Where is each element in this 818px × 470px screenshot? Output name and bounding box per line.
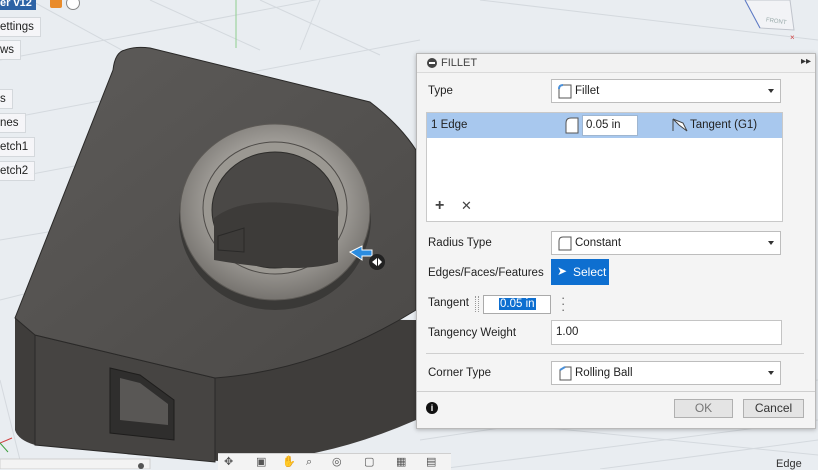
more-options-icon[interactable]: · · · — [561, 291, 565, 316]
fillet-icon — [558, 84, 572, 99]
look-at-icon[interactable]: ▣ — [256, 456, 270, 468]
edge-selection-table: 1 Edge 0.05 in Tangent (G1) + ✕ — [426, 112, 783, 222]
type-dropdown[interactable]: Fillet — [551, 79, 781, 103]
orbit-icon[interactable]: ✥ — [224, 456, 238, 468]
tangency-weight-field[interactable]: 1.00 — [551, 320, 782, 345]
radius-icon — [565, 117, 579, 134]
cancel-label: Cancel — [754, 401, 793, 415]
browser-item-label: s — [0, 93, 6, 105]
browser-item-sketch2[interactable]: etch2 — [0, 161, 36, 181]
viewcube[interactable] — [744, 0, 795, 31]
edge-count: 1 Edge — [431, 119, 468, 131]
corner-type-value: Rolling Ball — [575, 367, 633, 379]
browser-item-label: etch1 — [0, 141, 29, 153]
warning-icon[interactable] — [50, 0, 62, 8]
corner-type-dropdown[interactable]: Rolling Ball — [551, 361, 781, 385]
bore-inner-wall — [214, 202, 338, 269]
strip-dot-icon — [138, 463, 144, 469]
tangent-icon — [672, 118, 688, 132]
dialog-title: FILLET — [441, 57, 478, 69]
status-text: Edge — [776, 458, 802, 470]
tangency-weight-label: Tangency Weight — [428, 327, 517, 339]
grid-settings-icon[interactable]: ▦ — [396, 456, 410, 468]
close-icon[interactable]: ✕ — [461, 198, 472, 214]
fit-icon[interactable]: ◎ — [332, 456, 346, 468]
browser-item-views[interactable]: ws — [0, 40, 22, 60]
ok-label: OK — [694, 401, 713, 415]
browser-item-label: nes — [0, 117, 19, 129]
chevron-down-icon — [768, 371, 774, 375]
radius-type-label: Radius Type — [428, 237, 492, 249]
rolling-ball-icon — [559, 366, 572, 381]
browser-item-settings[interactable]: ettings — [0, 17, 41, 37]
type-value: Fillet — [575, 85, 600, 97]
constant-icon — [558, 236, 572, 251]
cursor-icon: ➤ — [557, 264, 568, 278]
display-settings-icon[interactable]: ▢ — [364, 456, 378, 468]
browser-item-bodies[interactable]: s — [0, 89, 13, 109]
document-title: er v12 — [0, 0, 32, 9]
add-icon[interactable]: + — [435, 197, 444, 215]
select-label: Select — [573, 265, 607, 279]
canvas-viewport[interactable]: FRONT × er v12 ettings ws s nes etch1 et… — [0, 0, 818, 470]
select-button[interactable]: ➤ Select — [551, 259, 609, 285]
tangent-label: Tangent — [428, 297, 469, 309]
browser-item-planes[interactable]: nes — [0, 113, 26, 133]
collapse-minus — [429, 62, 435, 64]
navigation-toolbar: ✥ ▣ ✋ ⌕ ◎ ▢ ▦ ▤ — [218, 453, 451, 470]
tangent-input[interactable]: 0.05 in — [483, 295, 551, 314]
browser-item-label: ettings — [0, 21, 34, 33]
tangent-value: 0.05 in — [499, 298, 536, 310]
tangency-weight-value: 1.00 — [556, 326, 579, 338]
dialog-header: FILLET ▸▸ — [417, 54, 815, 73]
expand-icon[interactable]: ▸▸ — [801, 56, 811, 67]
origin-x-axis — [0, 437, 13, 444]
corner-type-label: Corner Type — [428, 367, 492, 379]
type-label: Type — [428, 85, 453, 97]
viewports-icon[interactable]: ▤ — [426, 456, 440, 468]
drag-grip-icon — [475, 296, 479, 312]
browser-item-label: etch2 — [0, 165, 29, 177]
ok-button[interactable]: OK — [674, 399, 733, 418]
radius-type-value: Constant — [575, 237, 622, 249]
bottom-left-strip — [0, 458, 151, 469]
zoom-icon[interactable]: ⌕ — [306, 456, 320, 468]
browser-item-sketch1[interactable]: etch1 — [0, 137, 36, 157]
radius-value: 0.05 in — [586, 119, 621, 131]
info-icon[interactable]: i — [426, 402, 438, 414]
chevron-down-icon — [768, 89, 774, 93]
viewcube-x-label: × — [790, 33, 795, 42]
fillet-dialog: FILLET ▸▸ Type Fillet 1 Edge 0.05 in Tan… — [416, 53, 816, 429]
chevron-down-icon — [768, 241, 774, 245]
browser-item-label: ws — [0, 44, 15, 56]
cancel-button[interactable]: Cancel — [743, 399, 804, 418]
divider — [426, 353, 804, 354]
continuity-value[interactable]: Tangent (G1) — [690, 119, 757, 131]
origin-y-axis — [0, 442, 9, 453]
pan-icon[interactable]: ✋ — [282, 456, 296, 468]
radius-input[interactable]: 0.05 in — [582, 115, 638, 136]
document-tab[interactable]: er v12 — [0, 0, 36, 10]
table-row[interactable]: 1 Edge 0.05 in Tangent (G1) — [427, 113, 782, 138]
radius-type-dropdown[interactable]: Constant — [551, 231, 781, 255]
edges-label: Edges/Faces/Features — [428, 267, 544, 279]
footer-divider — [417, 391, 815, 392]
